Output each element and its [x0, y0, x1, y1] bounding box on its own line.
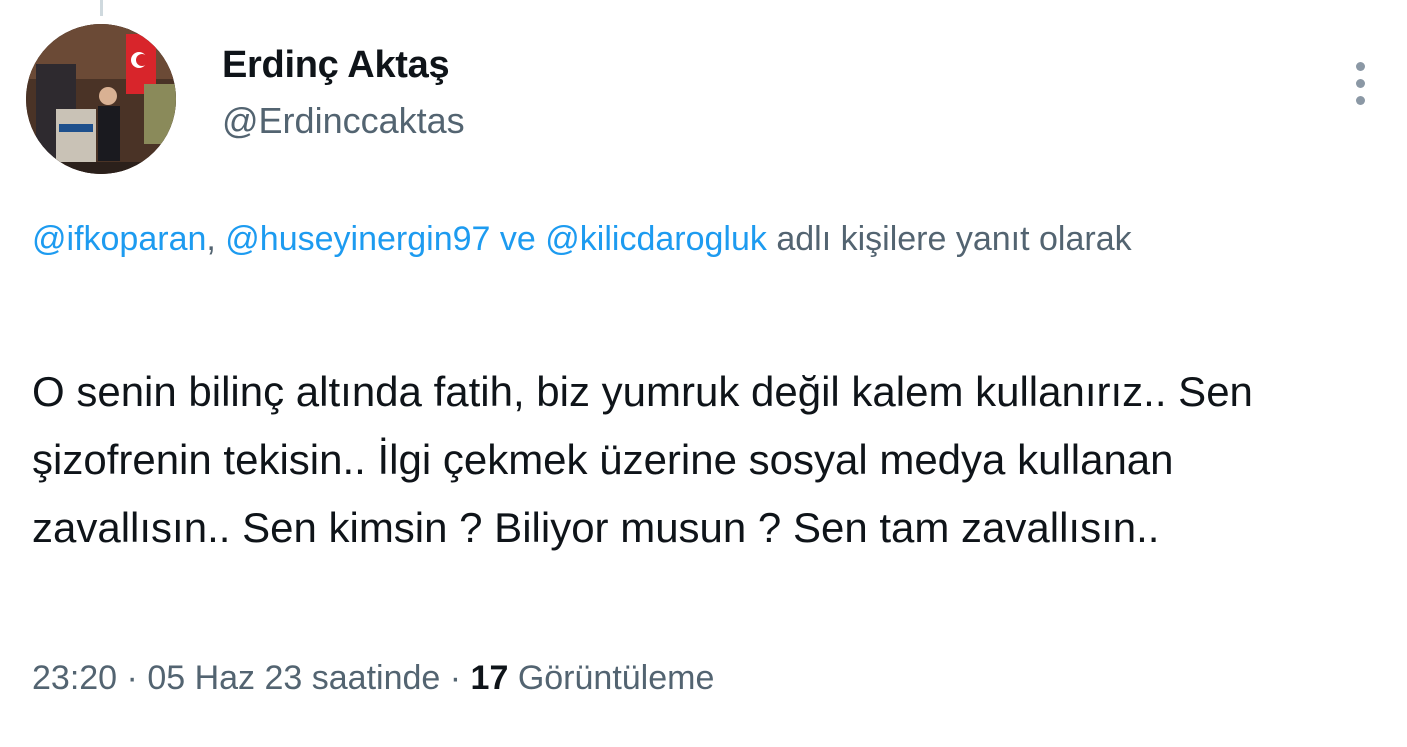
- more-options-icon[interactable]: [1340, 56, 1380, 112]
- reply-suffix: adlı kişilere yanıt olarak: [776, 220, 1132, 258]
- mention-link[interactable]: @ifkoparan: [32, 220, 206, 258]
- tweet-meta: 23:20 · 05 Haz 23 saatinde · 17 Görüntül…: [32, 659, 714, 698]
- mention-separator: ,: [206, 220, 216, 258]
- tweet-text: O senin bilinç altında fatih, biz yumruk…: [32, 368, 1253, 551]
- profile-photo-icon: [26, 24, 176, 174]
- meta-dot: ·: [449, 659, 462, 697]
- views-count[interactable]: 17: [471, 659, 509, 697]
- thread-connector-line: [100, 0, 103, 16]
- tweet-date[interactable]: 05 Haz 23 saatinde: [147, 659, 440, 697]
- author-handle[interactable]: @Erdinccaktas: [222, 100, 465, 142]
- author-name[interactable]: Erdinç Aktaş: [222, 44, 450, 87]
- mention-link[interactable]: @huseyinergin97: [225, 220, 490, 258]
- reply-context: @ifkoparan, @huseyinergin97 ve @kilicdar…: [32, 212, 1372, 267]
- mention-link[interactable]: @kilicdarogluk: [545, 220, 767, 258]
- avatar[interactable]: [26, 24, 176, 174]
- mention-conjunction[interactable]: ve: [500, 220, 536, 258]
- views-label[interactable]: Görüntüleme: [518, 659, 715, 697]
- tweet-time[interactable]: 23:20: [32, 659, 117, 697]
- meta-dot: ·: [126, 659, 138, 697]
